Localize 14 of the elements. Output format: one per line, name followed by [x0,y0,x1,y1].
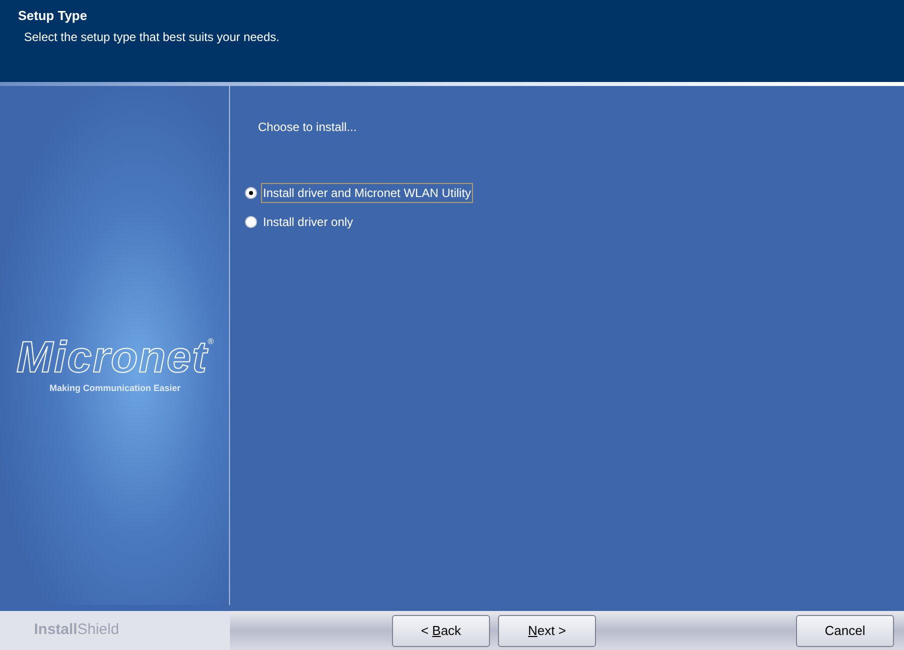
installshield-logo: InstallShield [34,620,120,640]
back-button[interactable]: < Back [392,614,490,646]
next-button[interactable]: Next > [498,614,596,646]
header-title: Setup Type [18,7,88,25]
brand-tagline: Making Communication Easier [49,382,181,395]
cancel-button[interactable]: Cancel [796,614,894,646]
header-subtitle: Select the setup type that best suits your needs. [24,28,280,46]
radio-icon [245,187,257,199]
radio-icon [245,216,257,228]
registered-mark: ® [208,336,214,346]
option-label: Install driver only [262,214,354,231]
brand-logo: Micronet [16,336,208,380]
setup-type-radio[interactable]: Install driver only [245,212,356,232]
prompt-text: Choose to install... [258,119,358,136]
